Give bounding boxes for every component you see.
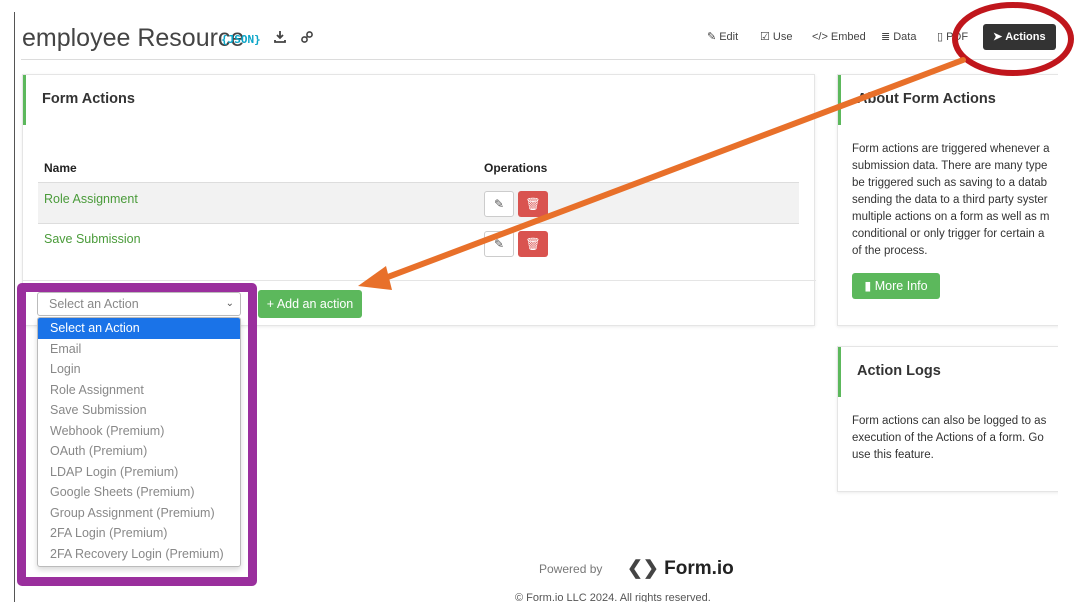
tab-pdf[interactable]: ▯ PDF — [937, 24, 968, 50]
check-square-icon: ☑ — [760, 31, 770, 43]
column-header-name: Name — [44, 161, 77, 175]
database-icon: ≣ — [881, 31, 891, 43]
edit-action-button[interactable]: ✎ — [484, 231, 514, 257]
action-logs-title: Action Logs — [857, 363, 941, 379]
column-header-operations: Operations — [484, 161, 548, 175]
tab-actions[interactable]: ➤ Actions — [983, 24, 1056, 50]
more-info-button[interactable]: ▮ More Info — [852, 273, 940, 299]
book-icon: ▮ — [864, 279, 875, 293]
table-row — [38, 183, 799, 223]
about-title: About Form Actions — [857, 91, 996, 107]
plus-icon: + — [266, 297, 277, 311]
action-logs-text: Form actions can also be logged to as ex… — [852, 415, 1047, 461]
action-logs-panel-header: Action Logs — [838, 347, 1058, 397]
file-pdf-icon: ▯ — [937, 31, 944, 43]
purple-highlight-box — [17, 283, 257, 586]
add-action-button[interactable]: + Add an action — [258, 290, 362, 318]
code-icon: </> — [812, 31, 828, 43]
tab-data[interactable]: ≣ Data — [881, 24, 916, 50]
edit-icon: ✎ — [493, 197, 505, 211]
about-panel: About Form Actions Form actions are trig… — [837, 74, 1058, 326]
about-panel-header: About Form Actions — [838, 75, 1058, 125]
delete-action-button[interactable]: 🗑 — [518, 231, 548, 257]
form-actions-panel-header: Form Actions — [23, 75, 814, 125]
action-link-role-assignment[interactable]: Role Assignment — [44, 192, 138, 206]
trash-icon: 🗑 — [525, 197, 541, 211]
tab-embed[interactable]: </> Embed — [812, 24, 866, 50]
action-link-save-submission[interactable]: Save Submission — [44, 232, 141, 246]
formio-logo[interactable]: ❮❯ Form.io — [627, 557, 734, 580]
header-divider — [21, 59, 1058, 60]
json-link[interactable]: {JSON} — [221, 33, 261, 46]
edit-action-button[interactable]: ✎ — [484, 191, 514, 217]
copyright-text: © Form.io LLC 2024. All rights reserved. — [515, 592, 711, 602]
page-title: employee Resource — [22, 24, 245, 52]
row-divider — [38, 223, 799, 224]
link-icon[interactable] — [299, 30, 315, 46]
delete-action-button[interactable]: 🗑 — [518, 191, 548, 217]
action-logs-panel: Action Logs Form actions can also be log… — [837, 346, 1058, 492]
panel-footer-divider — [23, 280, 816, 281]
tab-use[interactable]: ☑ Use — [760, 24, 792, 50]
edit-icon: ✎ — [707, 31, 717, 43]
paper-plane-icon: ➤ — [993, 31, 1003, 43]
download-icon[interactable] — [272, 30, 288, 46]
powered-by-text: Powered by — [539, 562, 603, 576]
formio-logo-icon: ❮❯ — [627, 558, 659, 579]
tab-edit[interactable]: ✎ Edit — [707, 24, 738, 50]
trash-icon: 🗑 — [525, 237, 541, 251]
form-actions-title: Form Actions — [42, 91, 135, 107]
about-text: Form actions are triggered whenever a su… — [852, 143, 1050, 257]
edit-icon: ✎ — [493, 237, 505, 251]
